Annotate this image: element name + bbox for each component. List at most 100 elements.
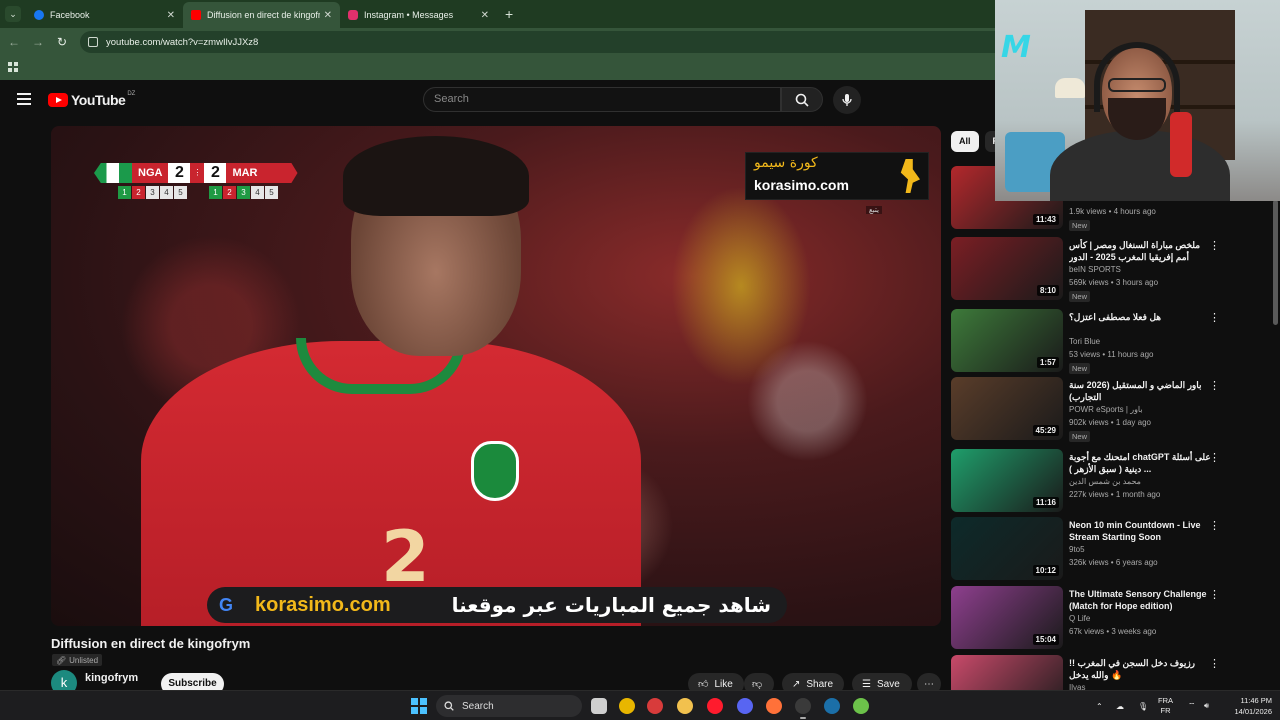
recommendation-meta: 326k views • 6 years ago [1069,558,1158,567]
recommendation-title[interactable]: The Ultimate Sensory Challenge (Match fo… [1069,588,1211,612]
tab-instagram[interactable]: Instagram • Messages ✕ [340,2,497,28]
recommendation-title[interactable]: امتحنك مع أجوبة chatGPT على أسئلة دينية … [1069,451,1211,475]
penalty-mark: 1 [209,186,222,199]
firefox-icon[interactable] [766,698,782,714]
utorrent-icon[interactable] [853,698,869,714]
discord-icon[interactable] [737,698,753,714]
clock[interactable]: 11:46 PM 14/01/2026 [1224,695,1272,717]
sidebar-scrollbar[interactable] [1273,200,1278,325]
new-tab-button[interactable]: + [505,6,513,22]
recommendation-meta: 67k views • 3 weeks ago [1069,627,1157,636]
app-red-icon[interactable] [647,698,663,714]
recommendation-meta: 1.9k views • 4 hours ago [1069,207,1156,216]
apps-grid-icon[interactable] [8,62,18,72]
video-thumbnail[interactable]: 8:10 [951,237,1063,300]
tab-search-button[interactable]: ⌄ [0,0,26,28]
footballer-icon [900,159,920,193]
penalty-mark: 2 [223,186,236,199]
recommendation-channel[interactable]: محمد بن شمس الدين [1069,477,1141,486]
more-options-icon[interactable]: ⋮ [1209,311,1220,324]
back-button[interactable]: ← [2,35,26,49]
recommendation-channel[interactable]: POWR eSports | باور [1069,405,1143,414]
more-options-icon[interactable]: ⋮ [1209,519,1220,532]
task-view-icon[interactable] [591,698,607,714]
logo-text: YouTube [71,92,126,108]
more-options-icon[interactable]: ⋮ [1209,588,1220,601]
forward-button[interactable]: → [26,35,50,49]
more-options-icon[interactable]: ⋮ [1209,239,1220,252]
close-icon[interactable]: ✕ [324,10,332,21]
tab-youtube[interactable]: Diffusion en direct de kingofrym ✕ [183,2,340,28]
recommendation-channel[interactable]: Q Life [1069,614,1090,623]
search-button[interactable] [781,87,823,112]
tab-title: Diffusion en direct de kingofrym [207,10,320,20]
opera-icon[interactable] [707,698,723,714]
menu-icon[interactable] [17,93,31,105]
recommendation-item[interactable]: 15:04 The Ultimate Sensory Challenge (Mat… [951,586,1271,652]
penalty-mark: 4 [251,186,264,199]
windows-start-icon[interactable] [411,698,427,714]
more-options-icon[interactable]: ⋮ [1209,451,1220,464]
recommendation-item[interactable]: 1:57 هل فعلا مصطفى اعتزل؟ Tori Blue 53 view… [951,309,1271,375]
home-score: 2 [168,163,191,183]
close-icon[interactable]: ✕ [167,10,175,21]
recommendation-item[interactable]: 45:29 باور الماضي و المستقبل (2026 سنة ال… [951,377,1271,443]
youtube-icon [191,10,201,20]
new-badge: New [1069,220,1091,231]
keyboard-layout: FR [1160,706,1171,715]
chip-all[interactable]: All [951,131,979,152]
search-input[interactable]: Search [423,87,781,112]
file-explorer-icon[interactable] [677,698,693,714]
close-icon[interactable]: ✕ [481,10,489,21]
video-thumbnail[interactable]: 10:12 [951,517,1063,580]
visibility-badge: 🔗︎ Unlisted [52,654,103,666]
recommendation-channel[interactable]: Tori Blue [1069,337,1100,346]
microphone-icon[interactable]: 🎙︎ [1138,691,1148,720]
recommendation-channel[interactable]: beIN SPORTS [1069,265,1121,274]
volume-icon[interactable]: 🔊︎ [1204,691,1209,720]
video-thumbnail[interactable]: 11:16 [951,449,1063,512]
save-label: Save [876,678,900,690]
steam-icon[interactable] [824,698,840,714]
recommendation-title[interactable]: رزيوف دخل السجن في المغرب !! والله يدخل … [1069,657,1211,681]
more-options-icon[interactable]: ⋮ [1209,379,1220,392]
recommendation-title[interactable]: باور الماضي و المستقبل (2026 سنة التجارب… [1069,379,1211,403]
site-info-icon[interactable] [88,37,98,47]
obs-icon[interactable] [795,698,811,719]
voice-search-button[interactable] [833,86,861,114]
shirt-number: 2 [381,516,430,598]
recommendation-item[interactable]: 10:12 Neon 10 min Countdown - Live Stream… [951,517,1271,583]
video-player[interactable]: 2 NGA 2 ⋮ 2 MAR 1 2 3 4 5 1 2 3 4 5 كورة… [51,126,941,626]
address-bar[interactable]: youtube.com/watch?v=zmwIlvJJXz8 [80,31,1080,53]
reload-button[interactable]: ↻ [50,35,74,49]
network-icon[interactable]: ☁ [1116,691,1124,720]
chevron-down-icon: ⌄ [5,6,21,22]
video-thumbnail[interactable]: 15:04 [951,586,1063,649]
video-duration: 1:57 [1036,357,1059,368]
search-icon [444,701,454,711]
tab-facebook[interactable]: Facebook ✕ [26,2,183,28]
more-icon: ⋯ [924,678,934,690]
youtube-logo[interactable]: YouTube DZ [48,91,135,108]
input-language[interactable]: FRA FR [1158,696,1173,716]
penalty-mark: 4 [160,186,173,199]
clock-date: 14/01/2026 [1234,707,1272,716]
video-thumbnail[interactable]: 1:57 [951,309,1063,372]
recommendation-item[interactable]: 11:16 امتحنك مع أجوبة chatGPT على أسئلة د… [951,449,1271,515]
taskbar-search[interactable]: Search [436,695,582,717]
instagram-icon [348,10,358,20]
more-options-icon[interactable]: ⋮ [1209,657,1220,670]
recommendation-channel[interactable]: 9to5 [1069,545,1085,554]
video-thumbnail[interactable]: 45:29 [951,377,1063,440]
recommendation-title[interactable]: ملخص مباراة السنغال ومصر | كأس أمم إفريق… [1069,239,1211,263]
chrome-icon[interactable] [619,698,635,714]
recommendation-title[interactable]: هل فعلا مصطفى اعتزل؟ [1069,311,1211,323]
wifi-icon[interactable]: ⌔ [1188,691,1196,720]
channel-name[interactable]: kingofrym [85,672,138,684]
recommendation-item[interactable]: 8:10 ملخص مباراة السنغال ومصر | كأس أمم إ… [951,237,1271,303]
recommendation-title[interactable]: Neon 10 min Countdown - Live Stream Star… [1069,519,1211,543]
penalty-mark: 3 [146,186,159,199]
lamp [1055,78,1085,98]
tray-chevron-icon[interactable]: ⌃ [1096,691,1103,720]
away-score: 2 [204,163,227,183]
